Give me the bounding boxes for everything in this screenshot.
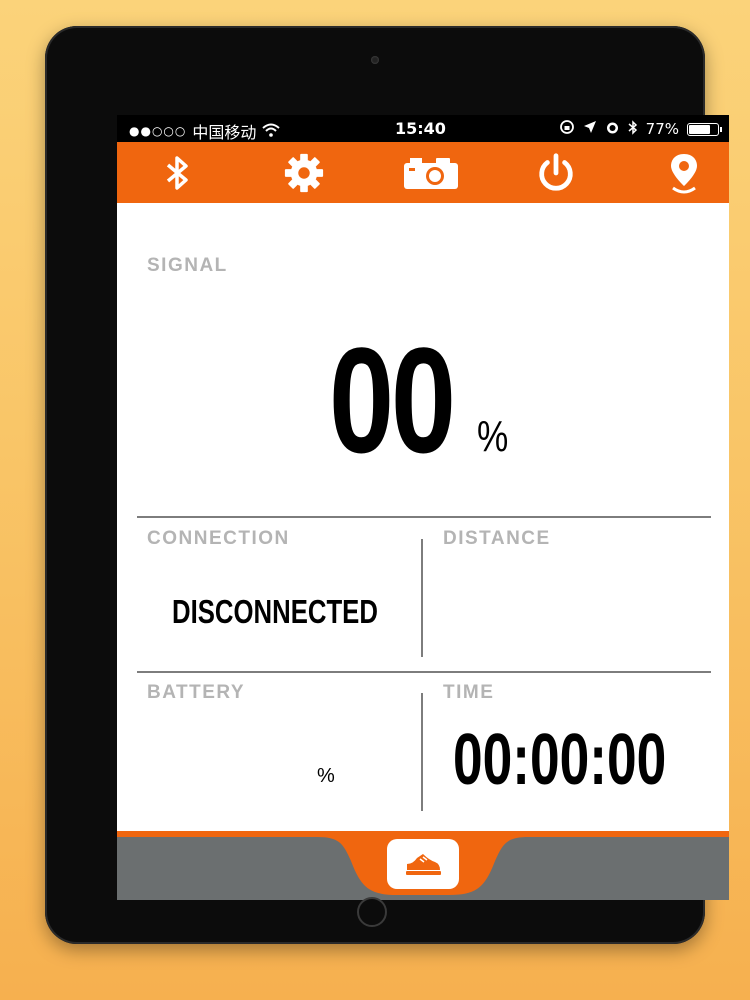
battery-label: BATTERY [147, 682, 246, 703]
location-button[interactable] [663, 152, 705, 194]
time-value: 00:00:00 [453, 720, 667, 800]
clock: 15:40 [395, 119, 446, 138]
front-camera [371, 56, 379, 64]
distance-label: DISTANCE [443, 528, 551, 549]
divider-vertical-2 [421, 693, 423, 811]
app-screen: ●●○○○ 中国移动 15:40 77% SIGNAL 00 % CONNECT… [117, 115, 729, 900]
alarm-icon [605, 120, 620, 139]
signal-unit: % [477, 412, 509, 461]
status-bar: ●●○○○ 中国移动 15:40 77% [117, 115, 729, 142]
signal-value: 00 [329, 316, 456, 484]
battery-unit: % [317, 765, 335, 787]
time-label: TIME [443, 682, 495, 703]
battery-icon [687, 122, 722, 136]
divider-top [137, 516, 711, 518]
divider-vertical-1 [421, 539, 423, 657]
divider-middle [137, 671, 711, 673]
bluetooth-button[interactable] [157, 152, 199, 194]
shoe-icon [406, 854, 441, 875]
bluetooth-icon [166, 156, 188, 190]
carrier-name: 中国移动 [192, 123, 257, 142]
battery-percent: 77% [645, 120, 679, 138]
home-menu-button[interactable] [387, 839, 459, 889]
rotation-lock-icon [559, 119, 575, 139]
camera-button[interactable] [401, 152, 461, 194]
bluetooth-status-icon [628, 119, 638, 139]
settings-button[interactable] [283, 152, 325, 194]
device-home-button[interactable] [357, 897, 387, 927]
connection-value: DISCONNECTED [172, 593, 378, 630]
location-arrow-icon [583, 120, 597, 138]
signal-strength-icon: ●●○○○ [129, 124, 187, 138]
tablet-frame: ●●○○○ 中国移动 15:40 77% SIGNAL 00 % CONNECT… [45, 26, 729, 944]
power-button[interactable] [535, 152, 577, 194]
power-icon [539, 153, 573, 191]
gear-icon [284, 153, 324, 193]
bottom-bar [117, 831, 729, 900]
toolbar [117, 142, 729, 203]
signal-label: SIGNAL [147, 255, 228, 276]
location-pin-icon [671, 154, 697, 194]
wifi-icon [262, 122, 281, 141]
connection-label: CONNECTION [147, 528, 290, 549]
camera-icon [404, 158, 458, 189]
